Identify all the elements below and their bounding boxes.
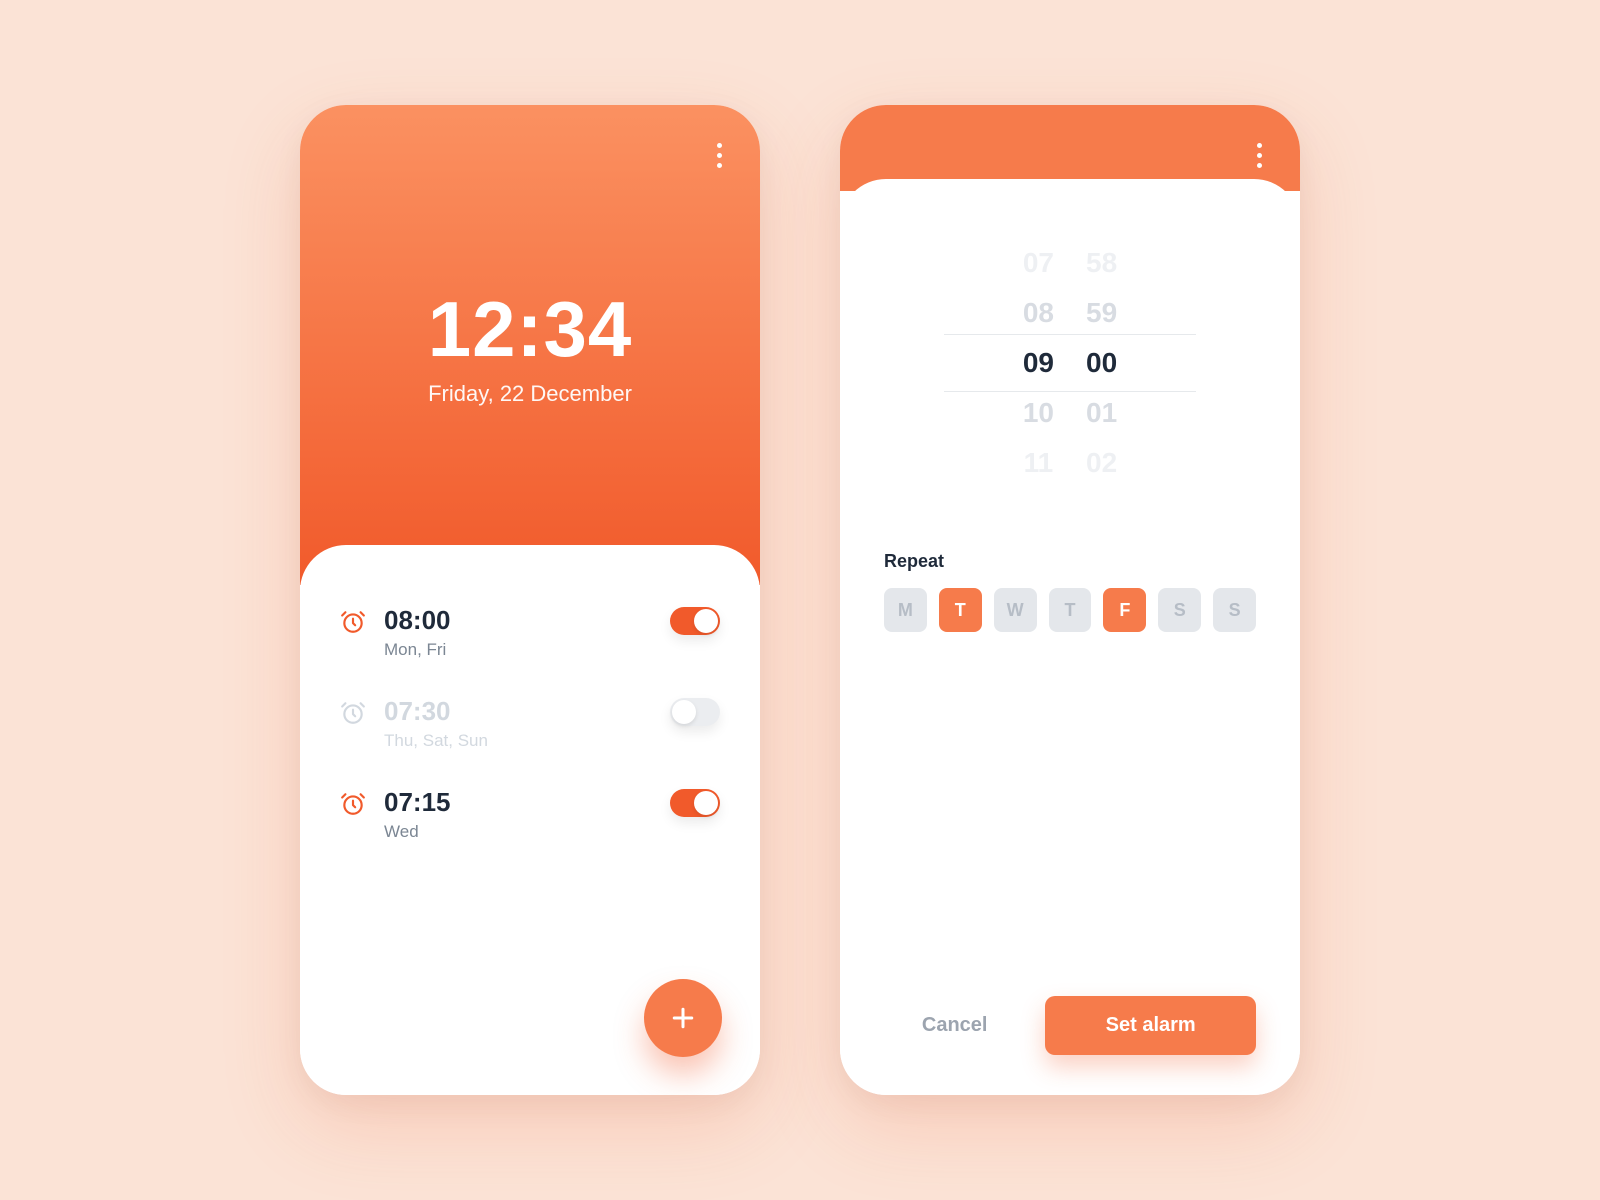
set-alarm-button[interactable]: Set alarm	[1045, 996, 1256, 1055]
hero-header: 12:34 Friday, 22 December	[300, 105, 760, 585]
more-icon	[1257, 143, 1262, 148]
alarm-time-label: 08:00	[384, 605, 652, 636]
day-chip-tue[interactable]: T	[939, 588, 982, 632]
action-bar: Cancel Set alarm	[884, 966, 1256, 1055]
more-options-button[interactable]	[1249, 135, 1270, 176]
day-chip-wed[interactable]: W	[994, 588, 1037, 632]
alarm-row[interactable]: 08:00 Mon, Fri	[340, 587, 720, 678]
edit-sheet: 07 08 09 10 11 58 59 00 01 02 Repeat M T…	[840, 179, 1300, 1095]
current-time: 12:34	[428, 284, 633, 375]
day-chip-sun[interactable]: S	[1213, 588, 1256, 632]
alarm-clock-icon	[340, 791, 366, 817]
alarm-toggle[interactable]	[670, 789, 720, 817]
repeat-label: Repeat	[884, 551, 1256, 572]
alarm-clock-icon	[340, 700, 366, 726]
alarm-row[interactable]: 07:30 Thu, Sat, Sun	[340, 678, 720, 769]
hour-wheel[interactable]: 07 08 09 10 11	[1023, 247, 1054, 479]
plus-icon	[668, 1003, 698, 1033]
more-options-button[interactable]	[709, 135, 730, 176]
minute-wheel[interactable]: 58 59 00 01 02	[1086, 247, 1117, 479]
alarm-time-label: 07:30	[384, 696, 652, 727]
time-picker[interactable]: 07 08 09 10 11 58 59 00 01 02	[884, 235, 1256, 491]
repeat-days: M T W T F S S	[884, 588, 1256, 632]
alarm-days-label: Mon, Fri	[384, 640, 652, 660]
day-chip-fri[interactable]: F	[1103, 588, 1146, 632]
alarm-toggle[interactable]	[670, 698, 720, 726]
alarm-time-label: 07:15	[384, 787, 652, 818]
alarm-clock-icon	[340, 609, 366, 635]
day-chip-sat[interactable]: S	[1158, 588, 1201, 632]
alarm-toggle[interactable]	[670, 607, 720, 635]
more-icon	[717, 143, 722, 148]
day-chip-thu[interactable]: T	[1049, 588, 1092, 632]
current-date: Friday, 22 December	[428, 381, 632, 407]
alarm-row[interactable]: 07:15 Wed	[340, 769, 720, 860]
alarm-list-card: 08:00 Mon, Fri 07:30 Thu, Sat, Sun 07:15…	[300, 545, 760, 1095]
add-alarm-button[interactable]	[644, 979, 722, 1057]
alarm-list-screen: 12:34 Friday, 22 December 08:00 Mon, Fri…	[300, 105, 760, 1095]
day-chip-mon[interactable]: M	[884, 588, 927, 632]
alarm-days-label: Thu, Sat, Sun	[384, 731, 652, 751]
set-alarm-screen: 07 08 09 10 11 58 59 00 01 02 Repeat M T…	[840, 105, 1300, 1095]
cancel-button[interactable]: Cancel	[884, 996, 1025, 1055]
alarm-days-label: Wed	[384, 822, 652, 842]
